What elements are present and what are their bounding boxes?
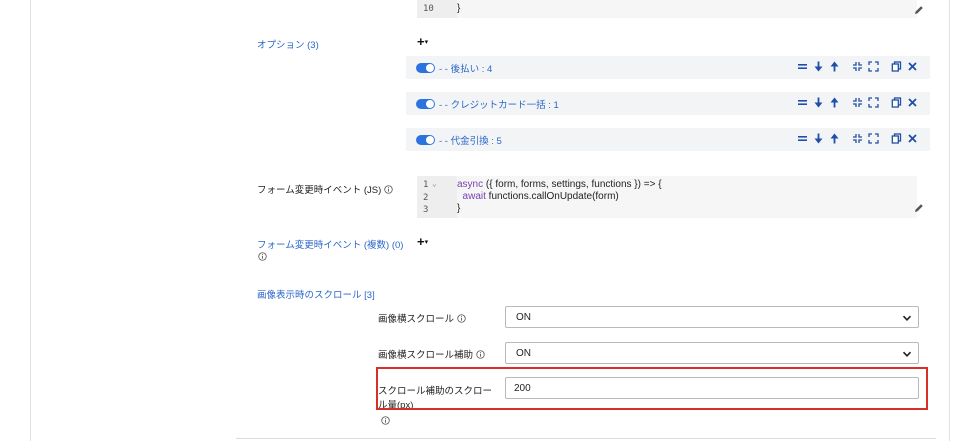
move-down-icon[interactable]	[813, 60, 824, 73]
copy-icon[interactable]	[891, 60, 902, 73]
code-line: await functions.callOnUpdate(form)	[457, 191, 619, 202]
copy-icon[interactable]	[891, 132, 902, 145]
move-up-icon[interactable]	[829, 60, 840, 73]
info-icon[interactable]	[258, 252, 267, 261]
bottom-divider	[236, 438, 936, 439]
option-toolbar	[797, 96, 918, 109]
move-up-icon[interactable]	[829, 132, 840, 145]
horizontal-scroll-label: 画像横スクロール	[378, 311, 466, 325]
plus-icon: +	[417, 34, 425, 49]
image-scroll-section-label[interactable]: 画像表示時のスクロール [3]	[257, 287, 375, 301]
edit-pencil-icon[interactable]	[913, 202, 925, 214]
collapse-icon[interactable]	[852, 96, 863, 109]
form-change-events-multi-label[interactable]: フォーム変更時イベント (複数) (0)	[257, 237, 403, 251]
form-change-event-code-editor[interactable]: 1 ⌄ 2 3 async ({ form, forms, settings, …	[417, 176, 917, 218]
horizontal-scroll-assist-select[interactable]: ON	[505, 342, 919, 364]
code-line: async ({ form, forms, settings, function…	[457, 179, 662, 190]
code-line: }	[457, 203, 461, 214]
option-toolbar	[797, 132, 918, 145]
code-line: }	[457, 3, 461, 14]
move-down-icon[interactable]	[813, 96, 824, 109]
info-icon[interactable]	[457, 314, 466, 323]
caret-down-icon: ▾	[424, 39, 429, 46]
line-number: 10	[423, 4, 434, 14]
info-icon[interactable]	[384, 185, 393, 194]
enable-toggle[interactable]	[416, 63, 435, 73]
line-number: 1	[423, 180, 429, 190]
option-text[interactable]: - - 後払い : 4	[439, 61, 492, 75]
content-frame-right-border	[949, 0, 950, 441]
delete-icon[interactable]	[907, 96, 918, 109]
highlight-box	[376, 367, 928, 410]
info-icon[interactable]	[476, 350, 485, 359]
chevron-down-icon	[902, 315, 912, 321]
delete-icon[interactable]	[907, 60, 918, 73]
option-text[interactable]: - - 代金引換 : 5	[439, 133, 502, 147]
option-text[interactable]: - - クレジットカード一括 : 1	[439, 97, 559, 111]
expand-icon[interactable]	[868, 132, 879, 145]
selected-value: ON	[516, 312, 531, 323]
collapse-icon[interactable]	[852, 132, 863, 145]
options-label[interactable]: オプション (3)	[257, 37, 319, 51]
option-row-1[interactable]: - - 後払い : 4	[406, 56, 930, 79]
collapse-icon[interactable]	[852, 60, 863, 73]
add-form-change-event-button[interactable]: +▾	[417, 234, 428, 249]
equals-icon[interactable]	[797, 60, 808, 73]
selected-value: ON	[516, 348, 531, 359]
content-frame-left-border	[30, 0, 31, 441]
option-row-2[interactable]: - - クレジットカード一括 : 1	[406, 92, 930, 115]
move-up-icon[interactable]	[829, 96, 840, 109]
option-row-3[interactable]: - - 代金引換 : 5	[406, 128, 930, 151]
delete-icon[interactable]	[907, 132, 918, 145]
equals-icon[interactable]	[797, 96, 808, 109]
top-code-editor[interactable]: 10 }	[417, 0, 917, 18]
enable-toggle[interactable]	[416, 135, 435, 145]
add-option-button[interactable]: +▾	[417, 34, 428, 49]
horizontal-scroll-select[interactable]: ON	[505, 306, 919, 328]
caret-down-icon: ▾	[424, 239, 429, 246]
expand-icon[interactable]	[868, 60, 879, 73]
line-number: 3	[423, 205, 429, 215]
form-change-event-label: フォーム変更時イベント (JS)	[257, 182, 393, 196]
info-icon[interactable]	[381, 416, 390, 425]
equals-icon[interactable]	[797, 132, 808, 145]
edit-pencil-icon[interactable]	[913, 4, 925, 16]
enable-toggle[interactable]	[416, 99, 435, 109]
plus-icon: +	[417, 234, 425, 249]
expand-icon[interactable]	[868, 96, 879, 109]
fold-chevron-icon[interactable]: ⌄	[432, 179, 437, 188]
move-down-icon[interactable]	[813, 132, 824, 145]
chevron-down-icon	[902, 351, 912, 357]
option-toolbar	[797, 60, 918, 73]
line-number: 2	[423, 193, 429, 203]
horizontal-scroll-assist-label: 画像横スクロール補助	[378, 347, 485, 361]
copy-icon[interactable]	[891, 96, 902, 109]
